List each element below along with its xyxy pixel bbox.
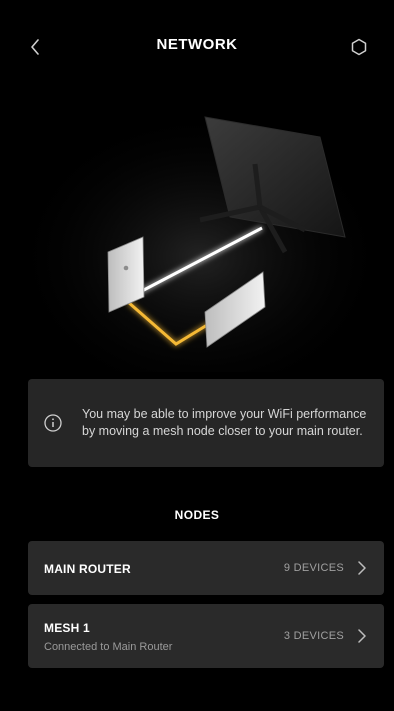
node-row-mesh-1[interactable]: MESH 1 Connected to Main Router 3 DEVICE… — [28, 604, 384, 668]
node-row-main-router[interactable]: MAIN ROUTER 9 DEVICES — [28, 541, 384, 595]
top-bar: NETWORK — [0, 0, 394, 92]
chevron-right-icon — [358, 629, 366, 643]
info-banner: You may be able to improve your WiFi per… — [28, 379, 384, 467]
node-name: MAIN ROUTER — [44, 562, 131, 576]
info-icon — [42, 412, 64, 434]
device-count: 3 DEVICES — [283, 630, 344, 642]
gear-icon — [351, 38, 367, 56]
nodes-section-title: NODES — [174, 508, 220, 522]
node-name: MESH 1 — [44, 621, 90, 635]
settings-button[interactable] — [346, 34, 372, 60]
info-message: You may be able to improve your WiFi per… — [82, 407, 367, 438]
page-title: NETWORK — [156, 36, 238, 53]
device-count: 9 DEVICES — [283, 562, 344, 574]
chevron-right-icon — [358, 561, 366, 575]
network-illustration — [0, 92, 394, 392]
node-connection-status: Connected to Main Router — [44, 641, 173, 653]
